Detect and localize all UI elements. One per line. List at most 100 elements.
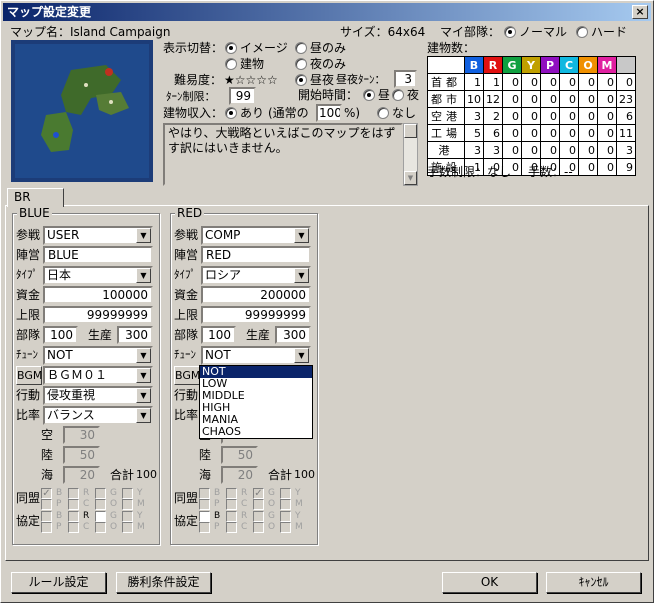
my-unit-hard-radio[interactable]: ハード — [576, 24, 627, 40]
description-scrollbar[interactable]: ▼ — [403, 123, 418, 186]
units-input[interactable]: 100 — [43, 326, 78, 344]
checkbox-alliance-p[interactable] — [199, 499, 210, 510]
chevron-down-icon[interactable]: ▼ — [294, 228, 309, 243]
checkbox-alliance-o[interactable] — [253, 499, 264, 510]
income-percent-input[interactable]: 100 — [316, 104, 342, 122]
checkbox-pact-r[interactable] — [226, 511, 237, 522]
daynight-turn-input[interactable]: 3 — [394, 70, 417, 88]
checkbox-alliance-b[interactable] — [199, 488, 210, 499]
funds-input[interactable]: 200000 — [201, 286, 311, 304]
tune-option-chaos[interactable]: CHAOS — [200, 426, 312, 438]
camp-input[interactable]: BLUE — [43, 246, 153, 264]
checkbox-alliance-c[interactable] — [68, 499, 79, 510]
checkbox-alliance-b[interactable]: ✓ — [41, 488, 52, 499]
bgm-value: ＢＧＭ０１ — [47, 368, 108, 382]
start-day-radio[interactable]: 昼 — [363, 87, 390, 103]
checkbox-pact-c[interactable] — [226, 522, 237, 533]
table-cell: 0 — [559, 90, 579, 108]
checkbox-pact-p[interactable] — [199, 522, 210, 533]
checkbox-pact-m[interactable] — [280, 522, 291, 533]
cancel-button[interactable]: ｷｬﾝｾﾙ — [546, 572, 641, 593]
checkbox-alliance-y[interactable] — [122, 488, 133, 499]
type-combo[interactable]: ロシア ▼ — [201, 266, 311, 285]
checkbox-alliance-r[interactable] — [226, 488, 237, 499]
chevron-down-icon[interactable]: ▼ — [136, 348, 151, 363]
checkbox-pact-g[interactable] — [95, 511, 106, 522]
action-combo[interactable]: 侵攻重視 ▼ — [43, 386, 153, 405]
turn-limit-input[interactable]: 99 — [229, 87, 256, 105]
cap-input[interactable]: 99999999 — [43, 306, 153, 324]
land-input[interactable]: 50 — [221, 446, 258, 464]
checkbox-alliance-g[interactable] — [95, 488, 106, 499]
sea-input[interactable]: 20 — [221, 466, 258, 484]
income-on-radio[interactable]: あり — [225, 105, 264, 121]
checkbox-pact-c[interactable] — [68, 522, 79, 533]
bgm-combo[interactable]: ＢＧＭ０１ ▼ — [43, 366, 153, 385]
tab-br[interactable]: BR — [7, 188, 64, 207]
radio-icon — [576, 26, 588, 38]
tune-combo[interactable]: NOT ▼ — [43, 346, 153, 365]
display-daynight-radio[interactable]: 昼夜 — [295, 72, 334, 88]
checkbox-alliance-p[interactable] — [41, 499, 52, 510]
income-off-radio[interactable]: なし — [377, 105, 416, 121]
victory-conditions-button[interactable]: 勝利条件設定 — [116, 572, 211, 593]
action-label: 行動 — [174, 388, 199, 402]
bgm-button[interactable]: BGM — [16, 366, 42, 385]
units-input[interactable]: 100 — [201, 326, 236, 344]
cap-input[interactable]: 99999999 — [201, 306, 311, 324]
checkbox-pact-y[interactable] — [122, 511, 133, 522]
ratio-combo[interactable]: バランス ▼ — [43, 406, 153, 425]
chevron-down-icon[interactable]: ▼ — [294, 348, 309, 363]
scroll-down-icon[interactable]: ▼ — [404, 171, 417, 185]
join-combo[interactable]: USER ▼ — [43, 226, 153, 245]
my-unit-normal-radio[interactable]: ノーマル — [504, 24, 567, 40]
prod-label: 生産 — [246, 328, 271, 342]
checkbox-alliance-g[interactable]: ✓ — [253, 488, 264, 499]
start-night-radio[interactable]: 夜 — [392, 87, 419, 103]
checkbox-pact-p[interactable] — [41, 522, 52, 533]
checkbox-alliance-m[interactable] — [280, 499, 291, 510]
chevron-down-icon[interactable]: ▼ — [136, 228, 151, 243]
description-textarea[interactable]: やはり、大戦略といえばこのマップをはずす訳にはいきません。 — [163, 123, 403, 186]
air-input[interactable]: 30 — [63, 426, 100, 444]
checkbox-pact-b[interactable] — [41, 511, 52, 522]
camp-input[interactable]: RED — [201, 246, 311, 264]
table-row: 港330000003 — [427, 141, 636, 159]
tune-dropdown-list[interactable]: NOT LOW MIDDLE HIGH MANIA CHAOS — [199, 365, 313, 439]
land-input[interactable]: 50 — [63, 446, 100, 464]
checkbox-alliance-o[interactable] — [95, 499, 106, 510]
prod-input[interactable]: 300 — [117, 326, 153, 344]
checkbox-pact-y[interactable] — [280, 511, 291, 522]
checkbox-pact-o[interactable] — [95, 522, 106, 533]
join-combo[interactable]: COMP ▼ — [201, 226, 311, 245]
rules-button[interactable]: ルール設定 — [11, 572, 106, 593]
type-combo[interactable]: 日本 ▼ — [43, 266, 153, 285]
sea-input[interactable]: 20 — [63, 466, 100, 484]
display-building-radio[interactable]: 建物 — [225, 56, 264, 72]
checkbox-pact-m[interactable] — [122, 522, 133, 533]
display-image-radio[interactable]: イメージ — [225, 40, 288, 56]
tune-combo[interactable]: NOT ▼ — [201, 346, 311, 365]
ok-button[interactable]: OK — [442, 572, 537, 593]
checkbox-alliance-y[interactable] — [280, 488, 291, 499]
bgm-button[interactable]: BGM — [174, 366, 200, 385]
chevron-down-icon[interactable]: ▼ — [294, 268, 309, 283]
checkbox-alliance-m[interactable] — [122, 499, 133, 510]
checkbox-alliance-r[interactable] — [68, 488, 79, 499]
difficulty-stars[interactable]: ★☆☆☆☆ — [224, 72, 278, 88]
prod-input[interactable]: 300 — [275, 326, 311, 344]
chevron-down-icon[interactable]: ▼ — [136, 268, 151, 283]
display-day-radio[interactable]: 昼のみ — [295, 40, 346, 56]
checkbox-alliance-c[interactable] — [226, 499, 237, 510]
funds-input[interactable]: 100000 — [43, 286, 153, 304]
display-night-radio[interactable]: 夜のみ — [295, 56, 346, 72]
checkbox-pact-o[interactable] — [253, 522, 264, 533]
close-button[interactable]: × — [632, 5, 648, 19]
chevron-down-icon[interactable]: ▼ — [136, 408, 151, 423]
checkbox-pact-r[interactable] — [68, 511, 79, 522]
chevron-down-icon[interactable]: ▼ — [136, 388, 151, 403]
checkbox-pact-g[interactable] — [253, 511, 264, 522]
land-label: 陸 — [199, 448, 212, 462]
chevron-down-icon[interactable]: ▼ — [136, 368, 151, 383]
checkbox-pact-b[interactable] — [199, 511, 210, 522]
